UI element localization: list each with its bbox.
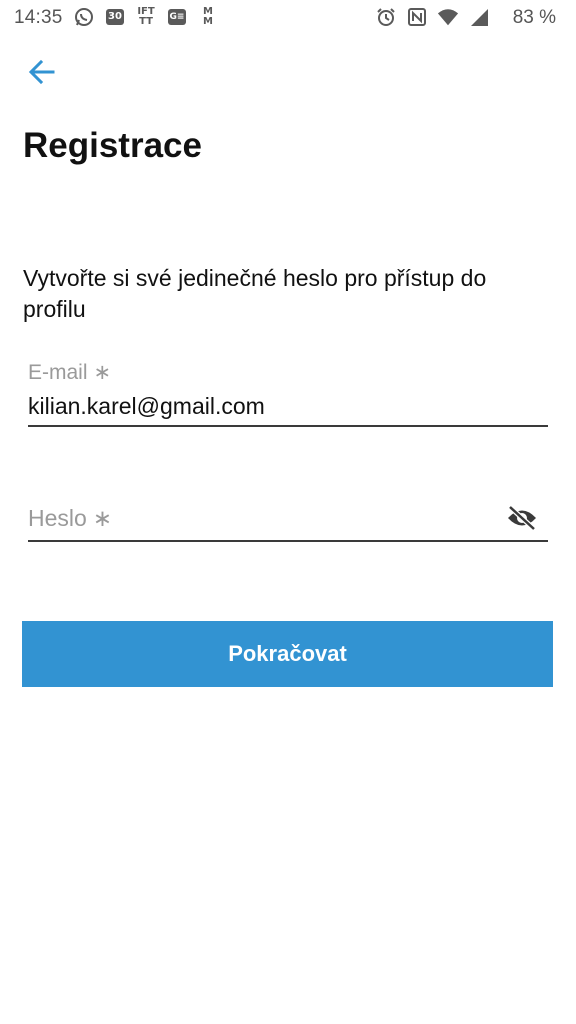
mail-icon: M M [203,6,213,27]
wifi-icon [437,6,459,28]
system-icons [375,6,490,28]
password-field[interactable]: Heslo ∗ [28,496,548,542]
password-underline [28,540,548,542]
continue-button[interactable]: Pokračovat [22,621,553,687]
password-input[interactable]: Heslo ∗ [28,496,548,540]
ifttt-icon: IFT TT [137,6,155,27]
page-title: Registrace [23,126,202,165]
back-button[interactable] [22,52,62,92]
email-underline [28,425,548,427]
password-placeholder: Heslo ∗ [28,505,113,531]
email-input[interactable] [28,388,548,424]
password-visibility-toggle[interactable] [506,503,538,533]
email-field: E-mail ∗ [28,358,548,427]
required-mark: ∗ [92,505,113,531]
calendar-icon: 30 [104,6,126,28]
form-description: Vytvořte si své jedinečné heslo pro přís… [23,265,487,322]
required-mark: ∗ [93,361,112,384]
whatsapp-icon [73,6,95,28]
email-label: E-mail ∗ [28,361,112,384]
status-time: 14:35 [14,7,63,28]
nfc-icon [406,6,428,28]
signal-icon [468,6,490,28]
battery-level: 83 % [512,7,556,28]
arrow-left-icon [28,59,55,85]
notification-icons: 30 IFT TT G≡ M M [73,6,219,28]
gmail-icon: G≡ [166,6,188,28]
alarm-icon [375,6,397,28]
status-bar: 14:35 30 IFT TT G≡ M M 83 % [0,0,576,36]
eye-off-icon [508,505,536,531]
